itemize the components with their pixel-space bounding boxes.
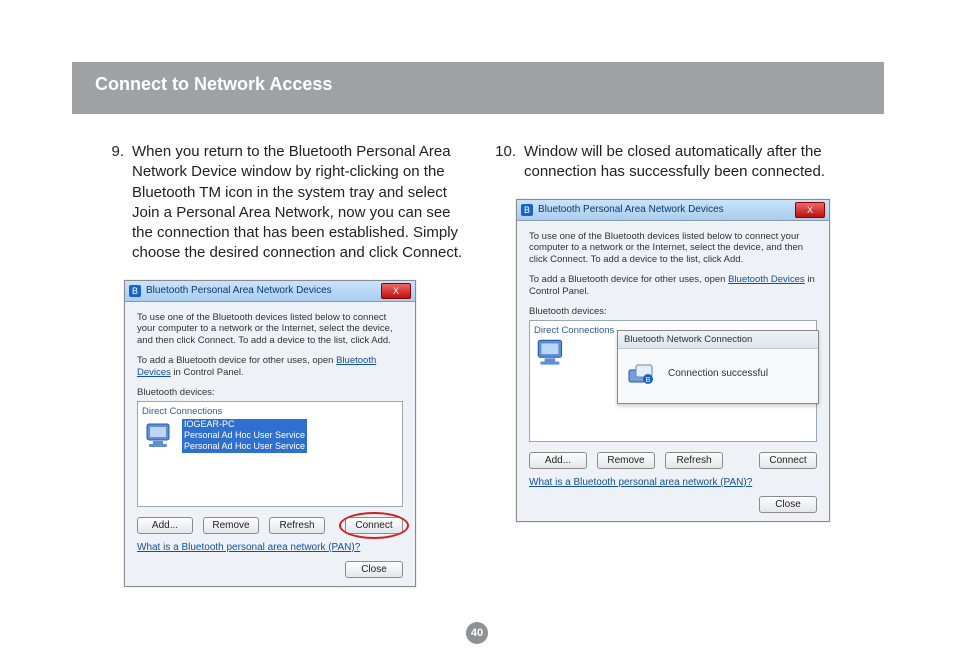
section-header-title: Connect to Network Access [95, 74, 332, 95]
dialog-other-uses-text: To add a Bluetooth device for other uses… [529, 274, 817, 298]
bluetooth-devices-link[interactable]: Bluetooth Devices [728, 274, 805, 285]
dialog-titlebar: B Bluetooth Personal Area Network Device… [125, 281, 415, 302]
device-list-label: Bluetooth devices: [529, 306, 817, 317]
device-service-1: Personal Ad Hoc User Service [182, 430, 307, 441]
pan-help-link[interactable]: What is a Bluetooth personal area networ… [529, 477, 752, 488]
help-row: What is a Bluetooth personal area networ… [529, 477, 817, 488]
manual-page: Connect to Network Access 9. When you re… [0, 0, 954, 664]
computer-icon [534, 338, 570, 368]
dialog-title: Bluetooth Personal Area Network Devices [146, 285, 381, 296]
screenshot-step-9: B Bluetooth Personal Area Network Device… [124, 280, 465, 587]
bt-pan-dialog-2: B Bluetooth Personal Area Network Device… [516, 199, 830, 522]
computer-icon [142, 421, 178, 451]
bluetooth-icon: B [521, 204, 533, 216]
dialog-button-row: Add... Remove Refresh Connect [529, 452, 817, 469]
device-list-area: Direct Connections Bluetooth Network Con… [529, 320, 817, 442]
step-number: 9. [90, 142, 132, 264]
device-name: IOGEAR-PC [182, 419, 307, 430]
refresh-button[interactable]: Refresh [269, 517, 325, 534]
close-row: Close [529, 496, 817, 513]
step-9: 9. When you return to the Bluetooth Pers… [90, 142, 465, 264]
popup-body: B Connection successful [618, 349, 818, 403]
refresh-button[interactable]: Refresh [665, 452, 723, 469]
step-text: When you return to the Bluetooth Persona… [132, 142, 465, 264]
step-10: 10. Window will be closed automatically … [482, 142, 864, 183]
dialog-body: To use one of the Bluetooth devices list… [125, 302, 415, 586]
bluetooth-icon: B [129, 285, 141, 297]
network-bluetooth-icon: B [628, 363, 654, 385]
dialog-title: Bluetooth Personal Area Network Devices [538, 204, 795, 215]
remove-button[interactable]: Remove [203, 517, 259, 534]
device-text: IOGEAR-PC Personal Ad Hoc User Service P… [182, 419, 307, 453]
close-button[interactable]: Close [759, 496, 817, 513]
step-text: Window will be closed automatically afte… [524, 142, 864, 183]
dialog-button-row: Add... Remove Refresh Connect [137, 517, 403, 534]
dialog-intro-text: To use one of the Bluetooth devices list… [529, 231, 817, 267]
remove-button[interactable]: Remove [597, 452, 655, 469]
device-list-label: Bluetooth devices: [137, 387, 403, 398]
bt-pan-dialog: B Bluetooth Personal Area Network Device… [124, 280, 416, 587]
connect-button-highlight: Connect [345, 517, 403, 534]
connection-popup: Bluetooth Network Connection B Connectio… [617, 330, 819, 404]
device-service-2: Personal Ad Hoc User Service [182, 441, 307, 452]
close-row: Close [137, 561, 403, 578]
dialog-other-uses-text: To add a Bluetooth device for other uses… [137, 355, 403, 379]
popup-message: Connection successful [668, 368, 768, 379]
dialog-body: To use one of the Bluetooth devices list… [517, 221, 829, 521]
connect-button[interactable]: Connect [759, 452, 817, 469]
close-icon[interactable]: X [795, 202, 825, 218]
device-listbox[interactable]: Direct Connections IOGEAR-PC Personal Ad… [137, 401, 403, 507]
device-item-selected[interactable]: IOGEAR-PC Personal Ad Hoc User Service P… [142, 419, 398, 453]
close-icon[interactable]: X [381, 283, 411, 299]
add-button[interactable]: Add... [529, 452, 587, 469]
close-button[interactable]: Close [345, 561, 403, 578]
page-number-badge: 40 [466, 622, 488, 644]
help-row: What is a Bluetooth personal area networ… [137, 542, 403, 553]
svg-text:B: B [646, 377, 651, 384]
popup-title: Bluetooth Network Connection [618, 331, 818, 349]
left-column: 9. When you return to the Bluetooth Pers… [90, 142, 465, 587]
pan-help-link[interactable]: What is a Bluetooth personal area networ… [137, 542, 360, 553]
dialog-intro-text: To use one of the Bluetooth devices list… [137, 312, 403, 348]
connect-button[interactable]: Connect [345, 517, 403, 534]
right-column: 10. Window will be closed automatically … [482, 142, 864, 522]
dialog-titlebar: B Bluetooth Personal Area Network Device… [517, 200, 829, 221]
device-group-header: Direct Connections [142, 406, 398, 417]
screenshot-step-10: B Bluetooth Personal Area Network Device… [516, 199, 864, 522]
step-number: 10. [482, 142, 524, 183]
add-button[interactable]: Add... [137, 517, 193, 534]
